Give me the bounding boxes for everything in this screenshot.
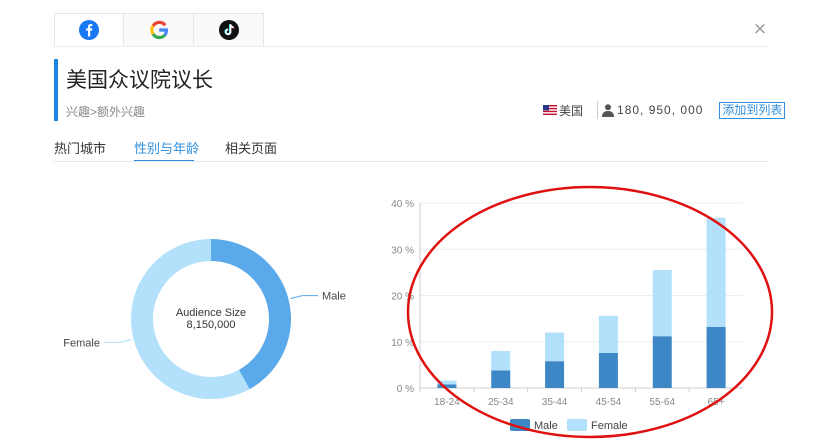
page-title: 美国众议院议长 — [66, 69, 213, 92]
bar-male-25-34[interactable] — [491, 370, 511, 388]
breadcrumb: 兴趣>额外兴趣 — [66, 105, 146, 119]
donut-leader-line — [103, 338, 132, 343]
title-accent-bar — [54, 59, 58, 121]
donut-leader-line — [290, 295, 319, 300]
y-tick-label: 40 % — [391, 199, 414, 210]
us-flag-icon — [543, 105, 557, 115]
tab-facebook[interactable] — [54, 13, 124, 46]
tiktok-icon — [218, 20, 239, 40]
bar-female-55-64[interactable] — [652, 270, 672, 337]
y-tick-label: 20 % — [391, 292, 414, 303]
y-tick-label: 10 % — [391, 338, 414, 349]
age-gender-bar-chart: 0 % 10 % 20 % 30 % 40 % 18-24 25-34 35-44 45-54… — [391, 199, 743, 432]
x-tick-label: 25-34 — [488, 397, 514, 408]
x-tick-label: 35-44 — [542, 397, 568, 408]
legend-swatch-female[interactable] — [567, 419, 587, 431]
donut-center-title: Audience Size — [176, 307, 246, 319]
legend-label-male[interactable]: Male — [534, 420, 558, 432]
donut-label-male: Male — [322, 291, 346, 303]
sub-tabs-divider — [54, 161, 769, 162]
x-tick-label: 45-54 — [596, 397, 622, 408]
y-tick-label: 0 % — [397, 384, 414, 395]
country-label: 美国 — [559, 103, 584, 118]
donut-center-value: 8,150,000 — [187, 319, 236, 331]
legend-swatch-male[interactable] — [510, 419, 530, 431]
x-tick-label: 65+ — [708, 397, 725, 408]
bar-male-65+[interactable] — [706, 326, 726, 388]
add-to-list-button[interactable]: 添加到列表 — [719, 101, 786, 119]
bar-male-35-44[interactable] — [545, 361, 565, 388]
bar-female-45-54[interactable] — [598, 315, 618, 353]
bar-female-65+[interactable] — [706, 217, 726, 327]
bar-male-55-64[interactable] — [652, 336, 672, 388]
bar-female-18-24[interactable] — [437, 380, 457, 385]
audience-size: 180, 950, 000 — [617, 103, 704, 117]
tabs-divider — [54, 46, 769, 47]
google-icon — [149, 20, 168, 40]
x-tick-label: 18-24 — [434, 397, 460, 408]
bar-male-45-54[interactable] — [598, 352, 618, 388]
meta-divider — [597, 101, 599, 119]
tab-related-pages[interactable]: 相关页面 — [225, 138, 277, 157]
tab-top-cities[interactable]: 热门城市 — [54, 138, 106, 157]
bar-female-25-34[interactable] — [491, 351, 511, 371]
audience-meta: 美国 180, 950, 000 添加到列表 — [543, 101, 786, 119]
y-tick-label: 30 % — [391, 245, 414, 256]
bar-female-35-44[interactable] — [545, 332, 565, 362]
facebook-icon — [79, 20, 99, 40]
tab-google[interactable] — [124, 13, 194, 46]
x-tick-label: 55-64 — [649, 397, 675, 408]
gender-donut-chart: Male Female Audience Size 8,150,000 — [63, 239, 346, 399]
bar-male-18-24[interactable] — [437, 384, 457, 388]
tab-gender-age[interactable]: 性别与年龄 — [134, 138, 199, 157]
tab-tiktok[interactable] — [194, 13, 264, 46]
legend-label-female[interactable]: Female — [591, 420, 628, 432]
donut-label-female: Female — [63, 337, 100, 349]
person-icon — [602, 103, 615, 117]
social-tabs — [54, 13, 267, 46]
close-button[interactable]: × — [751, 20, 769, 38]
